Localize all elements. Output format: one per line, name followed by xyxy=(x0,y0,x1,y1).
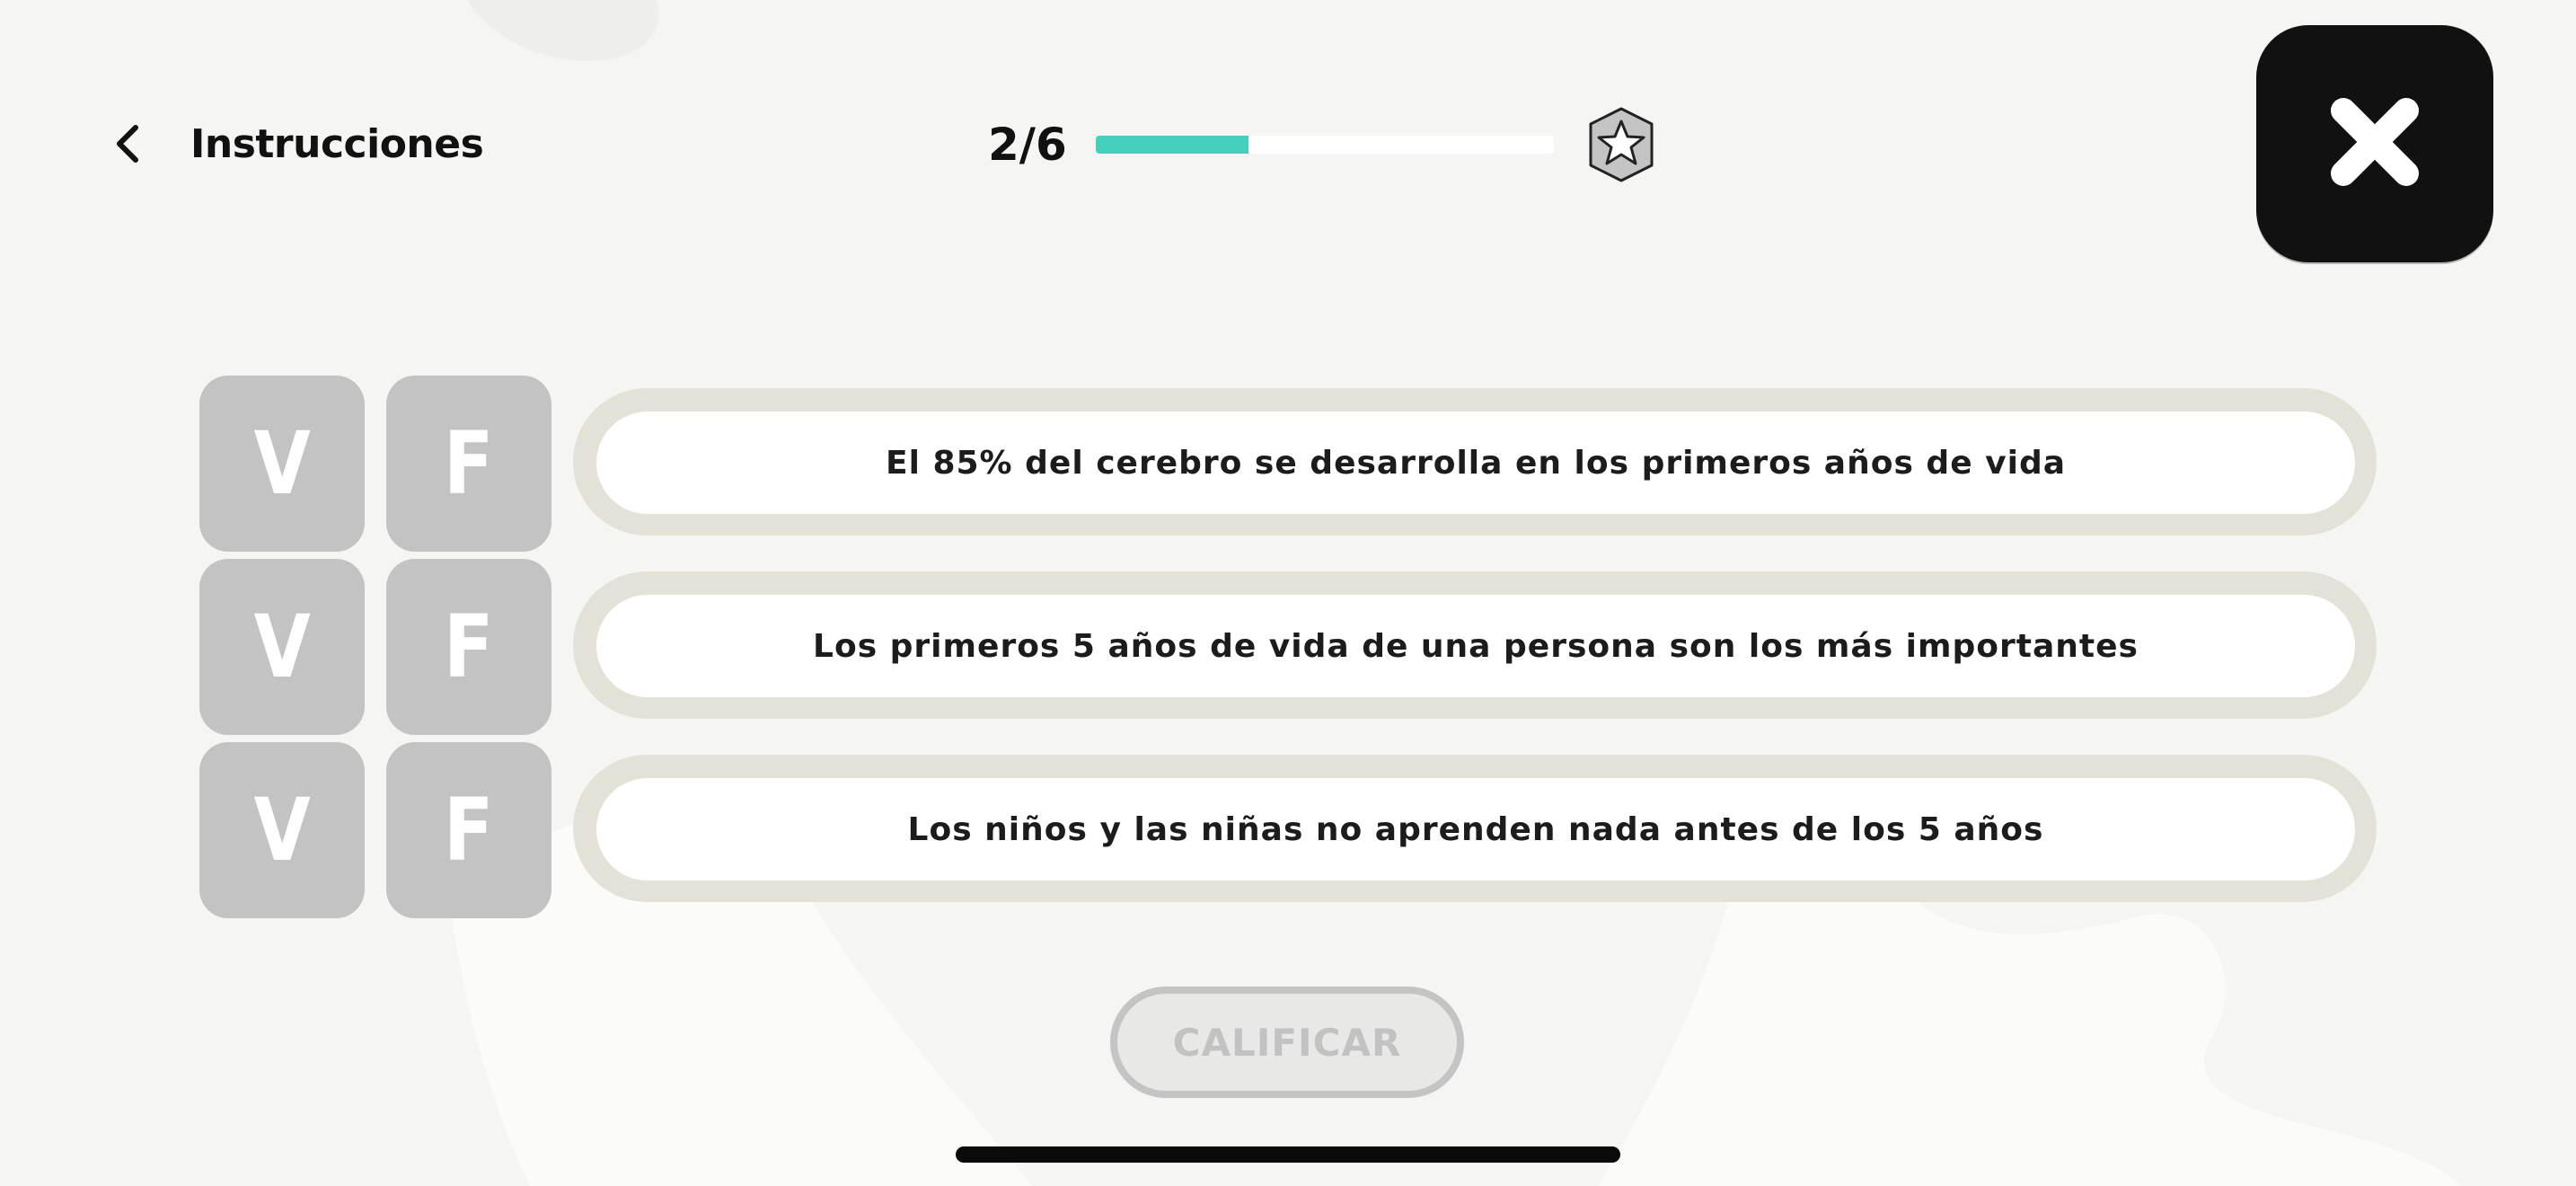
close-button[interactable] xyxy=(2256,25,2493,262)
grade-button-label: CALIFICAR xyxy=(1172,1020,1402,1065)
instructions-label: Instrucciones xyxy=(190,120,484,167)
progress-bar xyxy=(1096,136,1554,154)
grade-button[interactable]: CALIFICAR xyxy=(1110,987,1464,1098)
statement-text: Los niños y las niñas no aprenden nada a… xyxy=(907,810,2044,848)
close-icon xyxy=(2325,93,2424,195)
statement-card-inner: El 85% del cerebro se desarrolla en los … xyxy=(596,412,2355,514)
statement-card-inner: Los niños y las niñas no aprenden nada a… xyxy=(596,778,2355,881)
back-button[interactable]: Instrucciones xyxy=(108,108,484,180)
chevron-left-icon xyxy=(108,117,147,171)
false-button[interactable]: F xyxy=(386,742,551,918)
false-button-label: F xyxy=(444,780,494,881)
statement-card-inner: Los primeros 5 años de vida de una perso… xyxy=(596,595,2355,697)
progress-bar-fill xyxy=(1096,136,1248,154)
home-indicator[interactable] xyxy=(956,1146,1620,1163)
false-button-label: F xyxy=(444,597,494,697)
true-button-label: V xyxy=(253,780,311,881)
true-button[interactable]: V xyxy=(199,742,365,918)
true-button-label: V xyxy=(253,597,311,697)
false-button-label: F xyxy=(444,413,494,514)
statement-row: V F El 85% del cerebro se desarrolla en … xyxy=(199,376,2377,553)
statement-text: El 85% del cerebro se desarrolla en los … xyxy=(885,444,2067,482)
progress-indicator: 2/6 xyxy=(988,104,1662,185)
false-button[interactable]: F xyxy=(386,559,551,735)
statement-row: V F Los niños y las niñas no aprenden na… xyxy=(199,742,2377,920)
star-badge-icon xyxy=(1581,104,1662,185)
false-button[interactable]: F xyxy=(386,376,551,552)
statement-card: Los niños y las niñas no aprenden nada a… xyxy=(573,755,2377,902)
statement-text: Los primeros 5 años de vida de una perso… xyxy=(813,627,2139,665)
true-button-label: V xyxy=(253,413,311,514)
statement-row: V F Los primeros 5 años de vida de una p… xyxy=(199,559,2377,737)
true-button[interactable]: V xyxy=(199,559,365,735)
true-button[interactable]: V xyxy=(199,376,365,552)
statement-card: Los primeros 5 años de vida de una perso… xyxy=(573,571,2377,719)
progress-count: 2/6 xyxy=(988,119,1067,171)
statement-card: El 85% del cerebro se desarrolla en los … xyxy=(573,388,2377,535)
